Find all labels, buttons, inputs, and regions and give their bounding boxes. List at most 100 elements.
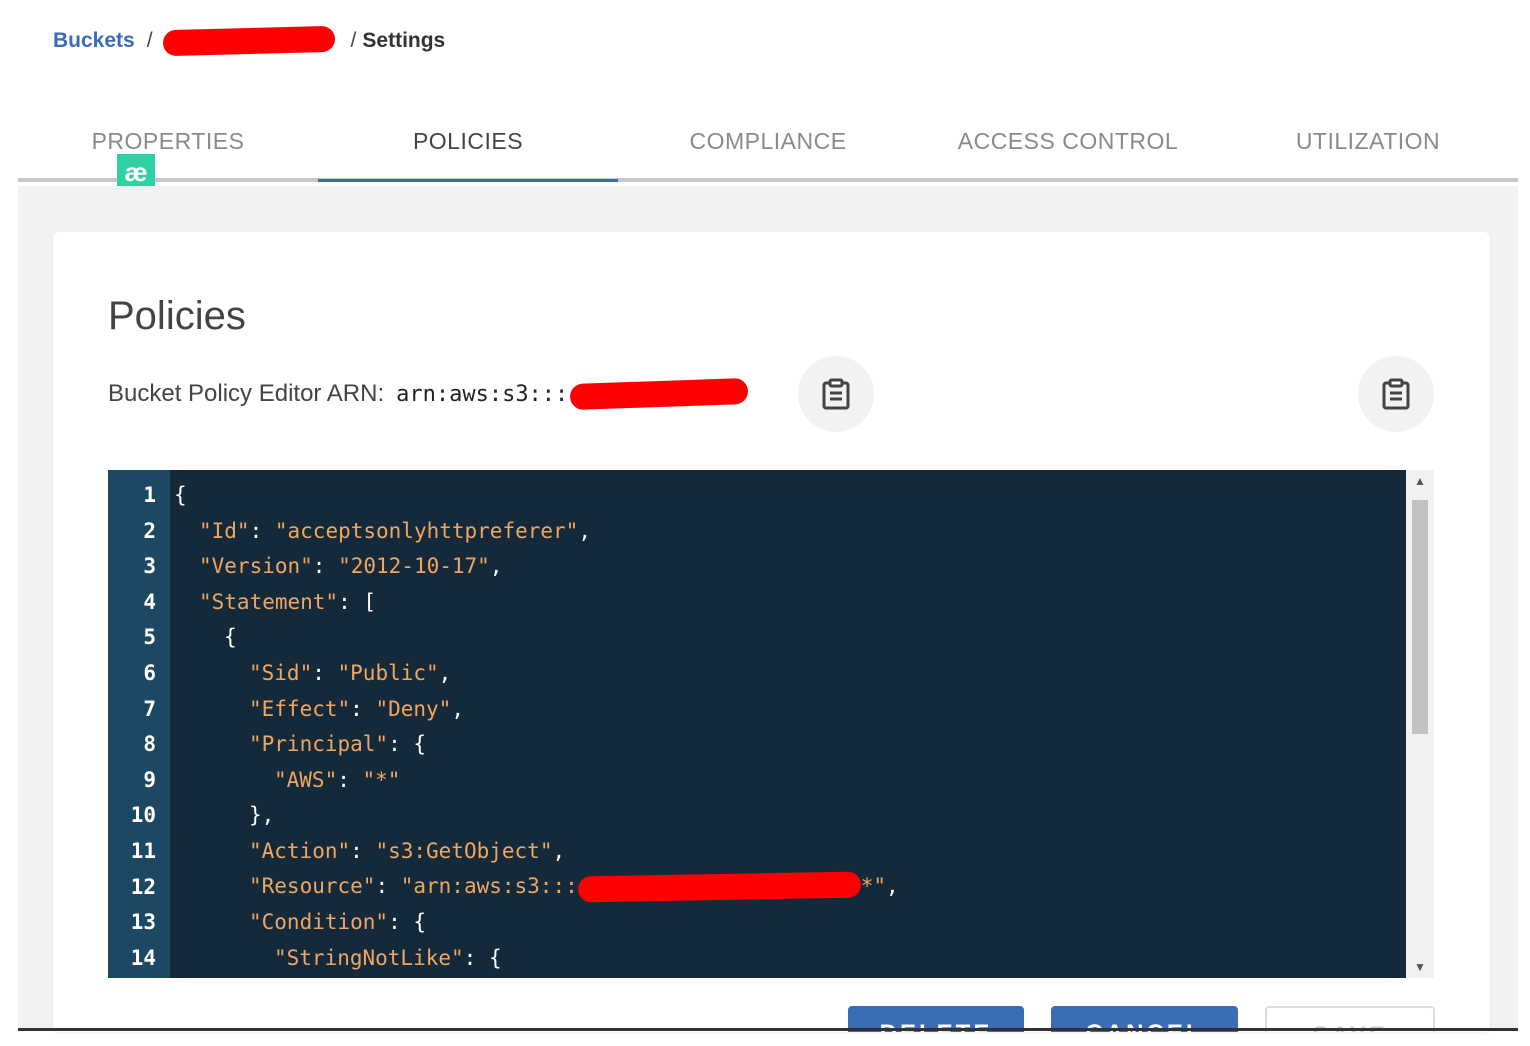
code-line: 13 "Condition": { xyxy=(108,904,1406,940)
json-punctuation: { xyxy=(224,625,237,650)
code-line: 11 "Action": "s3:GetObject", xyxy=(108,833,1406,869)
bottom-divider xyxy=(18,1028,1518,1031)
policies-card: Policies Bucket Policy Editor ARN: arn:a… xyxy=(53,232,1490,1032)
json-punctuation: , xyxy=(451,696,464,721)
code-line: 7 "Effect": "Deny", xyxy=(108,691,1406,727)
code-text: "Statement": [ xyxy=(174,590,376,614)
json-key: "Resource" xyxy=(249,873,376,898)
code-text: "AWS": "*" xyxy=(174,768,400,792)
json-string: *" xyxy=(860,873,887,898)
json-string: "s3:GetObject" xyxy=(375,839,553,863)
line-number: 5 xyxy=(143,625,156,650)
line-number: 8 xyxy=(143,732,156,757)
editor-scrollbar[interactable]: ▲ ▼ xyxy=(1406,470,1434,978)
code-line: 2 "Id": "acceptsonlyhttpreferer", xyxy=(108,513,1406,549)
breadcrumb-separator: / xyxy=(350,29,357,52)
json-punctuation: : xyxy=(312,554,339,579)
code-line: 12 "Resource": "arn:aws:s3::: *", xyxy=(108,869,1406,905)
breadcrumb-buckets-link[interactable]: Buckets xyxy=(53,29,135,53)
tab-utilization[interactable]: UTILIZATION xyxy=(1218,106,1518,178)
line-number: 12 xyxy=(130,874,156,899)
code-text: "Resource": "arn:aws:s3::: *", xyxy=(174,871,899,903)
clipboard-icon xyxy=(822,378,850,410)
breadcrumb: Buckets / / Settings xyxy=(53,25,446,57)
json-punctuation: , xyxy=(578,518,591,543)
line-number: 6 xyxy=(143,661,156,685)
code-text: "Effect": "Deny", xyxy=(174,697,464,721)
json-key: "Statement" xyxy=(199,589,339,614)
json-punctuation: : { xyxy=(388,910,427,935)
scroll-up-arrow-icon[interactable]: ▲ xyxy=(1406,470,1434,492)
code-text: "Sid": "Public", xyxy=(174,661,451,685)
code-text: "Id": "acceptsonlyhttpreferer", xyxy=(174,519,591,543)
line-number: 13 xyxy=(130,910,156,935)
code-line: 14 "StringNotLike": { xyxy=(108,940,1406,976)
json-punctuation: , xyxy=(438,661,452,685)
json-key: "Id" xyxy=(199,518,250,543)
json-string: "*" xyxy=(362,767,401,792)
settings-tabs: PROPERTIES POLICIES COMPLIANCE ACCESS CO… xyxy=(18,106,1518,182)
code-text: "StringNotLike": { xyxy=(174,946,502,970)
json-string: "acceptsonlyhttpreferer" xyxy=(274,518,579,543)
json-punctuation: , xyxy=(552,839,566,863)
line-number: 3 xyxy=(143,554,156,579)
code-text: "Principal": { xyxy=(174,732,426,756)
json-key: "StringNotLike" xyxy=(274,945,464,970)
json-string: "arn:aws:s3::: xyxy=(400,873,578,898)
json-key: "Version" xyxy=(199,554,313,579)
code-text: "Condition": { xyxy=(174,910,426,934)
copy-policy-button[interactable] xyxy=(1358,356,1434,432)
line-number: 7 xyxy=(143,696,156,721)
line-number: 14 xyxy=(130,945,156,970)
breadcrumb-current: Settings xyxy=(362,29,446,52)
code-line: 5{ xyxy=(108,619,1406,655)
code-line: 6 "Sid": "Public", xyxy=(108,655,1406,691)
json-punctuation: : xyxy=(350,696,376,721)
arn-label: Bucket Policy Editor ARN: xyxy=(108,380,385,407)
json-punctuation: : xyxy=(337,767,363,792)
tab-compliance[interactable]: COMPLIANCE xyxy=(618,106,918,178)
redacted-bucket-name xyxy=(162,25,335,57)
json-string: "Public" xyxy=(337,661,439,685)
line-number: 4 xyxy=(143,589,156,614)
json-punctuation: { xyxy=(174,483,187,507)
clipboard-icon xyxy=(1382,378,1410,410)
tab-access-control[interactable]: ACCESS CONTROL xyxy=(918,106,1218,178)
json-string: "Deny" xyxy=(375,696,452,721)
line-number: 11 xyxy=(130,839,156,863)
tab-properties[interactable]: PROPERTIES xyxy=(18,106,318,178)
json-key: "Action" xyxy=(249,839,351,863)
json-punctuation: : { xyxy=(463,945,502,970)
redacted-resource xyxy=(577,871,861,903)
json-punctuation: , xyxy=(489,554,503,579)
code-line: 3 "Version": "2012-10-17", xyxy=(108,548,1406,584)
json-string: "2012-10-17" xyxy=(338,554,490,579)
code-text: }, xyxy=(174,803,274,827)
json-key: "AWS" xyxy=(274,767,338,792)
copy-arn-button[interactable] xyxy=(798,356,874,432)
code-text: "Version": "2012-10-17", xyxy=(174,554,502,578)
json-key: "Condition" xyxy=(249,910,389,935)
line-number: 10 xyxy=(130,803,156,828)
code-line: 4 "Statement": [ xyxy=(108,584,1406,620)
json-punctuation: : xyxy=(350,839,376,863)
json-punctuation: : { xyxy=(388,732,427,757)
line-number: 9 xyxy=(143,767,156,792)
arn-value: arn:aws:s3::: xyxy=(396,381,569,407)
json-punctuation: : [ xyxy=(338,589,377,614)
scrollbar-thumb[interactable] xyxy=(1412,500,1428,734)
code-text: { xyxy=(174,483,187,507)
page-title: Policies xyxy=(108,294,246,338)
scroll-down-arrow-icon[interactable]: ▼ xyxy=(1406,956,1434,978)
json-punctuation: : xyxy=(312,661,338,685)
arn-row: Bucket Policy Editor ARN: arn:aws:s3::: xyxy=(108,377,749,411)
json-punctuation: : xyxy=(375,873,401,898)
json-punctuation: }, xyxy=(249,803,275,828)
code-line: 10}, xyxy=(108,797,1406,833)
policy-code-editor[interactable]: 1{ 2 "Id": "acceptsonlyhttpreferer", 3 "Vers… xyxy=(108,470,1406,978)
line-number: 2 xyxy=(143,518,156,543)
code-line: 1{ xyxy=(108,477,1406,513)
json-punctuation: : xyxy=(249,518,275,543)
tab-policies[interactable]: POLICIES xyxy=(318,106,618,182)
extension-badge-icon[interactable]: æ xyxy=(117,154,155,190)
